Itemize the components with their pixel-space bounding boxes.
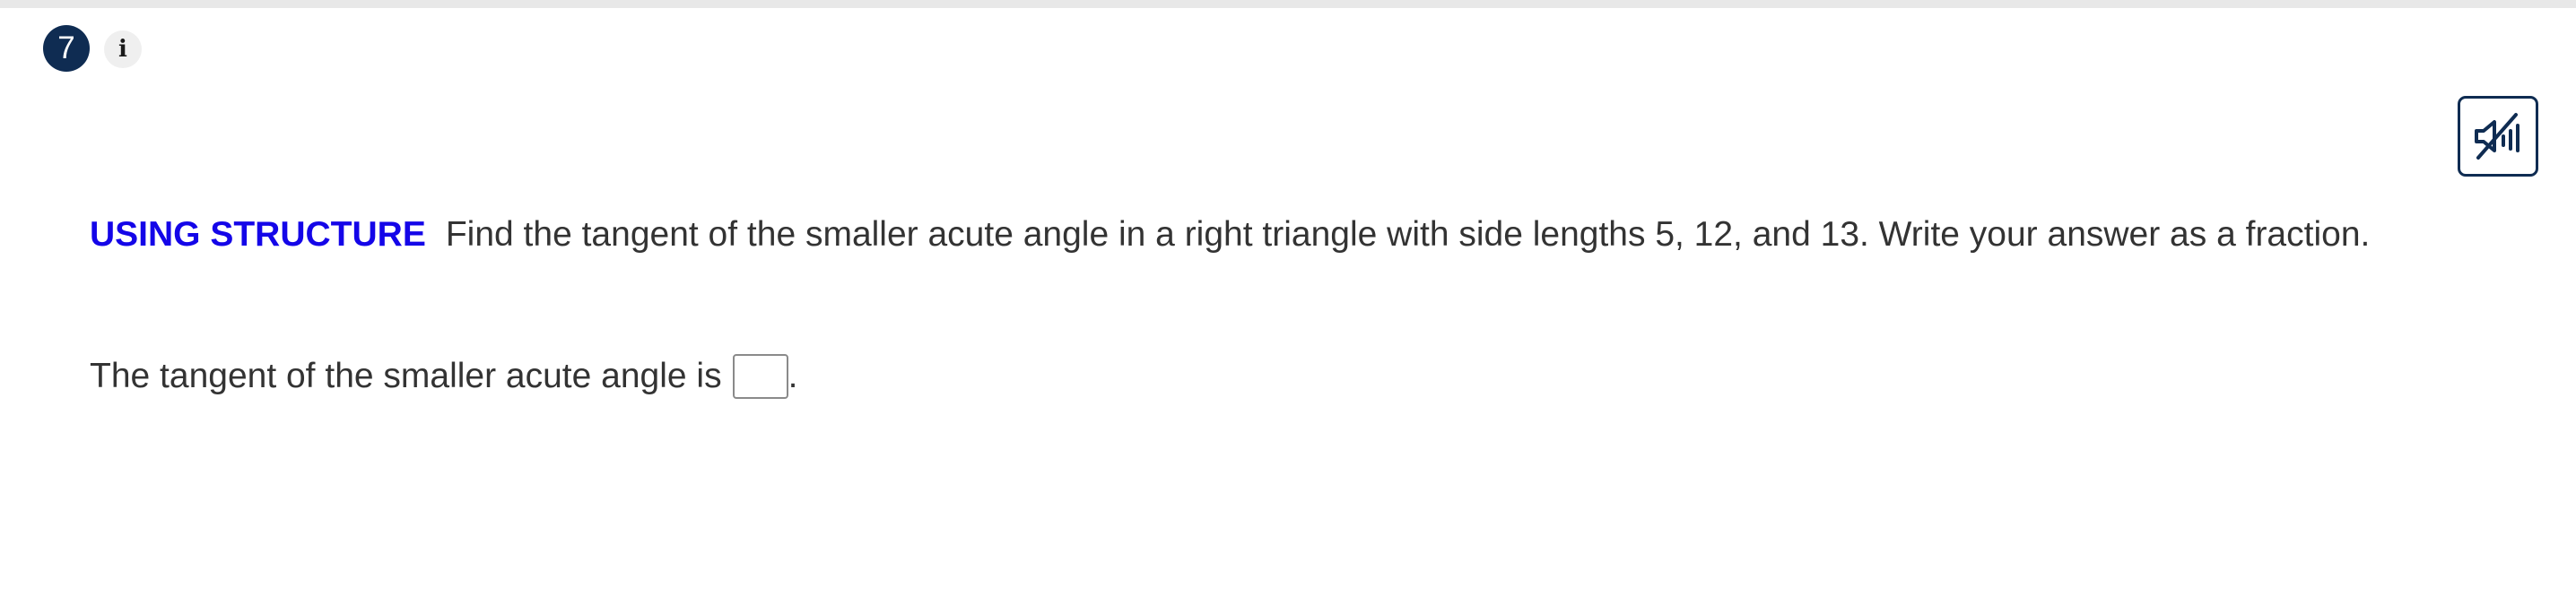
info-button[interactable]: i xyxy=(104,30,142,68)
prompt-text: Find the tangent of the smaller acute an… xyxy=(445,215,2371,254)
answer-trailing-text: . xyxy=(788,357,798,395)
top-progress-bar xyxy=(0,0,2576,8)
audio-toggle-button[interactable] xyxy=(2458,96,2538,177)
answer-sentence: The tangent of the smaller acute angle i… xyxy=(90,351,797,402)
question-prompt: USING STRUCTURE Find the tangent of the s… xyxy=(90,210,2370,260)
answer-lead-text: The tangent of the smaller acute angle i… xyxy=(90,357,722,395)
answer-input[interactable] xyxy=(732,354,788,399)
prompt-category-label: USING STRUCTURE xyxy=(90,215,426,254)
speaker-muted-icon xyxy=(2475,113,2519,160)
info-icon: i xyxy=(118,36,127,63)
question-number-badge: 7 xyxy=(43,25,90,72)
